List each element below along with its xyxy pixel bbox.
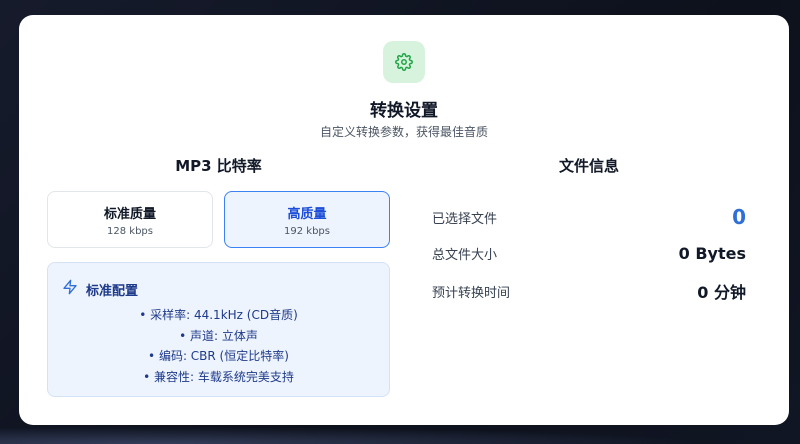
config-item-compatibility: • 兼容性: 车载系统完美支持 bbox=[143, 369, 294, 384]
config-list: • 采样率: 44.1kHz (CD音质) • 声道: 立体声 • 编码: CB… bbox=[48, 305, 389, 387]
info-row-estimated-time: 预计转换时间 0 分钟 bbox=[432, 279, 746, 303]
config-item-channels: • 声道: 立体声 bbox=[179, 328, 258, 343]
high-quality-bitrate: 192 kbps bbox=[284, 225, 330, 237]
high-quality-label: 高质量 bbox=[287, 206, 327, 222]
standard-quality-button[interactable]: 标准质量 128 kbps bbox=[47, 191, 213, 248]
selected-files-value: 0 bbox=[732, 205, 746, 229]
config-item-sample-rate: • 采样率: 44.1kHz (CD音质) bbox=[139, 308, 298, 322]
estimated-time-value: 0 分钟 bbox=[697, 283, 746, 302]
high-quality-button[interactable]: 高质量 192 kbps bbox=[224, 191, 390, 248]
lightning-icon bbox=[62, 279, 78, 299]
info-row-total-size: 总文件大小 0 Bytes bbox=[432, 244, 746, 263]
info-row-selected-files: 已选择文件 0 bbox=[432, 205, 746, 229]
page-subtitle: 自定义转换参数，获得最佳音质 bbox=[319, 125, 488, 139]
estimated-time-label: 预计转换时间 bbox=[432, 285, 511, 301]
page-title: 转换设置 bbox=[370, 101, 438, 121]
background-glow bbox=[0, 424, 800, 444]
config-header: 标准配置 bbox=[62, 279, 138, 299]
total-size-label: 总文件大小 bbox=[432, 248, 498, 263]
standard-quality-bitrate: 128 kbps bbox=[107, 225, 153, 237]
config-item-encoding: • 编码: CBR (恒定比特率) bbox=[148, 349, 289, 363]
standard-quality-label: 标准质量 bbox=[103, 206, 156, 222]
config-panel: 标准配置 • 采样率: 44.1kHz (CD音质) • 声道: 立体声 • 编… bbox=[47, 262, 390, 397]
bitrate-heading: MP3 比特率 bbox=[175, 157, 262, 175]
settings-card: 转换设置 自定义转换参数，获得最佳音质 MP3 比特率 文件信息 标准质量 12… bbox=[19, 15, 789, 425]
file-info-heading: 文件信息 bbox=[558, 157, 619, 175]
config-title: 标准配置 bbox=[86, 283, 139, 299]
gear-icon bbox=[383, 41, 425, 83]
selected-files-label: 已选择文件 bbox=[432, 211, 498, 227]
total-size-value: 0 Bytes bbox=[678, 244, 746, 263]
